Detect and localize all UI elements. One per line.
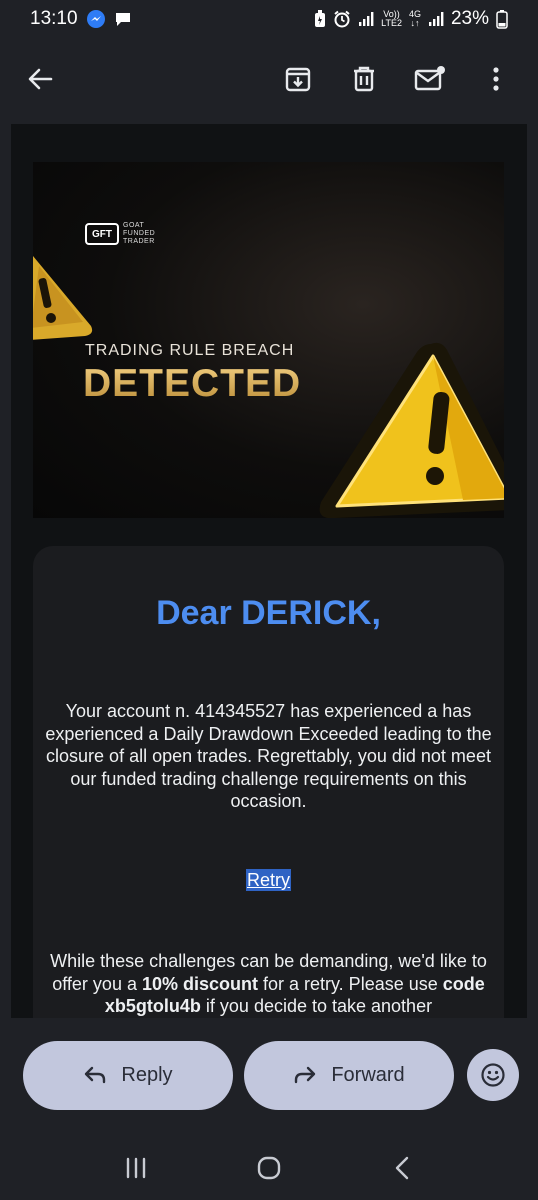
battery-percent: 23% xyxy=(450,8,489,29)
battery-icon xyxy=(496,9,508,29)
banner-subtitle: TRADING RULE BREACH xyxy=(85,342,295,359)
greeting-heading: Dear DERICK, xyxy=(156,594,381,632)
signal-icon-2 xyxy=(428,11,444,27)
status-time: 13:10 xyxy=(30,8,78,29)
recent-apps-icon xyxy=(127,1157,146,1179)
status-bar: 13:10 Vo)) LTE2 4G ↓↑ 23% xyxy=(0,0,538,38)
emoji-reaction-button[interactable] xyxy=(467,1049,519,1101)
email-body: GFT GOAT FUNDED TRADER TRADING RULE BREA… xyxy=(11,124,527,1018)
forward-label: Forward xyxy=(331,1063,405,1086)
warning-icon-large xyxy=(313,342,504,518)
account-breach-paragraph: Your account n. 414345527 has experience… xyxy=(45,701,492,811)
recent-apps-button[interactable] xyxy=(111,1148,161,1188)
delete-button[interactable] xyxy=(344,59,384,99)
email-banner: GFT GOAT FUNDED TRADER TRADING RULE BREA… xyxy=(33,162,504,518)
forward-icon xyxy=(295,1066,316,1084)
warning-icon-small xyxy=(33,248,101,349)
reply-label: Reply xyxy=(121,1063,173,1086)
app-bar xyxy=(0,40,538,118)
system-nav-bar xyxy=(0,1140,538,1196)
signal-icon xyxy=(358,11,374,27)
email-content-card: Dear DERICK, Your account n. 414345527 h… xyxy=(33,546,504,1018)
more-options-button[interactable] xyxy=(476,59,516,99)
bottom-actions: Reply Forward xyxy=(23,1040,523,1110)
volte-indicator: Vo)) LTE2 xyxy=(381,9,402,28)
alarm-icon xyxy=(333,10,351,28)
network-type-indicator: 4G ↓↑ xyxy=(408,9,421,28)
reply-button[interactable]: Reply xyxy=(23,1040,233,1110)
messenger-icon xyxy=(86,9,106,29)
retry-link[interactable]: Retry xyxy=(245,869,291,891)
screen: 13:10 Vo)) LTE2 4G ↓↑ 23% GFT GOAT FUNDE… xyxy=(0,0,538,1200)
back-nav-button[interactable] xyxy=(377,1148,427,1188)
banner-title: DETECTED xyxy=(83,362,302,405)
trash-icon xyxy=(354,66,374,92)
home-button[interactable] xyxy=(244,1148,294,1188)
smiley-icon xyxy=(481,1063,505,1087)
forward-button[interactable]: Forward xyxy=(244,1040,454,1110)
archive-button[interactable] xyxy=(278,59,318,99)
chevron-left-icon xyxy=(395,1156,408,1180)
battery-saver-icon xyxy=(314,10,326,28)
back-button[interactable] xyxy=(18,57,62,101)
reply-icon xyxy=(85,1066,106,1084)
more-vert-icon xyxy=(493,67,499,91)
discount-paragraph: While these challenges can be demanding,… xyxy=(50,951,487,1016)
archive-icon xyxy=(285,67,311,92)
home-icon xyxy=(257,1156,281,1180)
chat-icon xyxy=(114,10,132,28)
mark-unread-button[interactable] xyxy=(410,59,450,99)
brand-logo: GFT GOAT FUNDED TRADER xyxy=(85,222,155,246)
arrow-left-icon xyxy=(28,68,53,90)
mail-unread-icon xyxy=(414,66,445,91)
